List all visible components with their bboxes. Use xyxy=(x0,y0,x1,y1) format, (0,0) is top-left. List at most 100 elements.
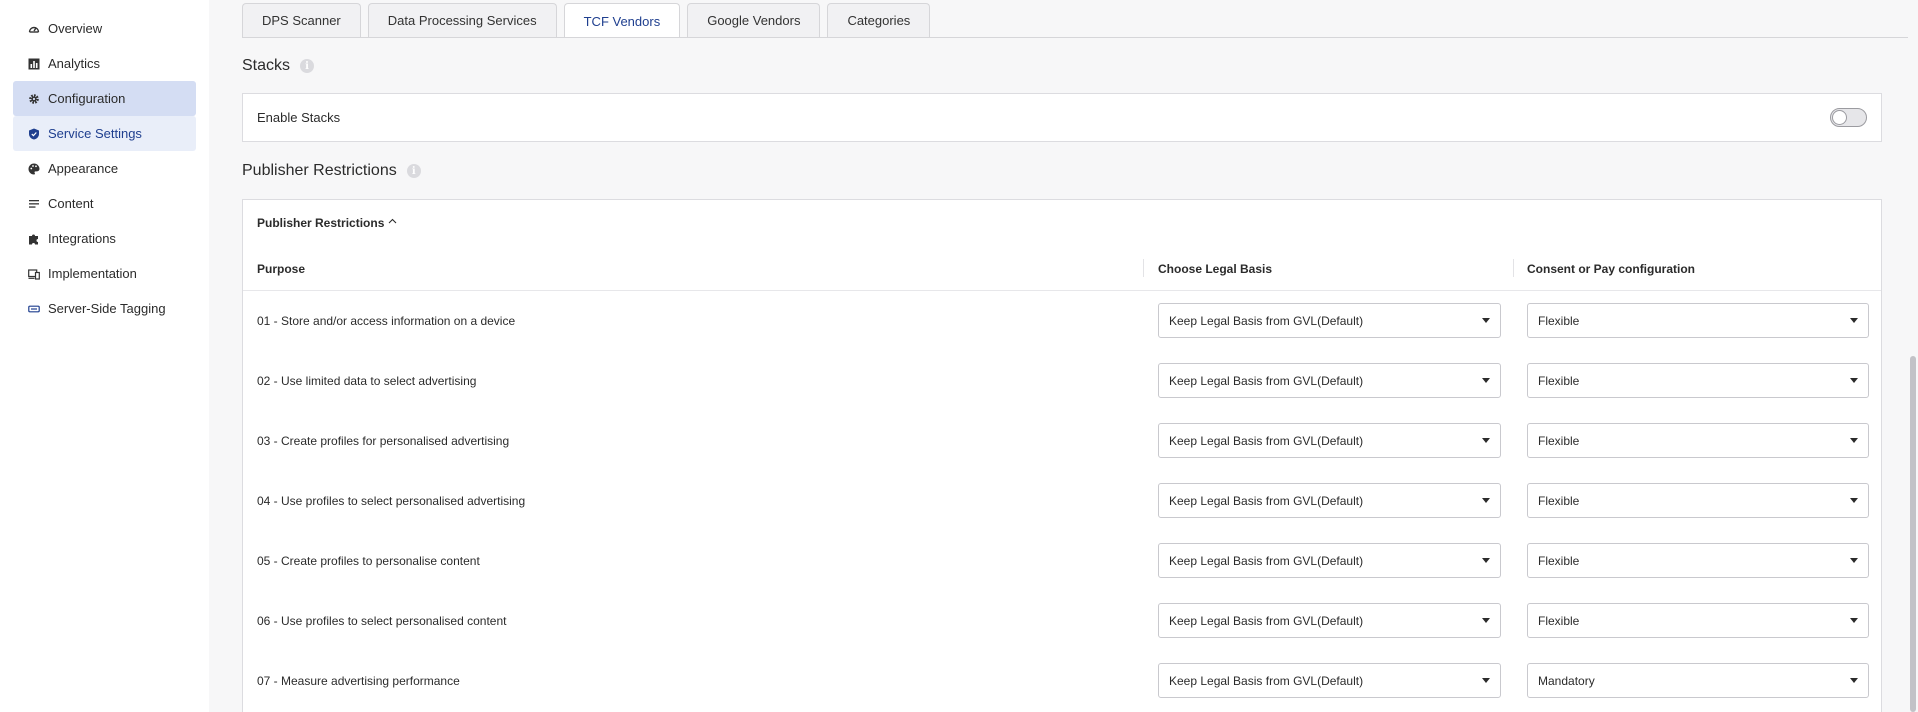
tab-data-processing-services[interactable]: Data Processing Services xyxy=(367,3,557,37)
consent-or-pay-select[interactable]: Flexible xyxy=(1527,483,1869,518)
info-icon[interactable]: i xyxy=(406,164,421,178)
caret-down-icon xyxy=(1850,498,1858,503)
legal-basis-select[interactable]: Keep Legal Basis from GVL(Default) xyxy=(1158,603,1501,638)
publisher-restrictions-card: Publisher Restrictions Purpose Choose Le… xyxy=(242,199,1882,712)
sidebar-item-label: Implementation xyxy=(48,266,137,281)
bar-chart-icon xyxy=(27,57,40,70)
sidebar-item-label: Service Settings xyxy=(48,126,142,141)
caret-down-icon xyxy=(1482,438,1490,443)
scrollbar-thumb[interactable] xyxy=(1910,356,1916,712)
sidebar-item-label: Analytics xyxy=(48,56,101,71)
purpose-label: 03 - Create profiles for personalised ad… xyxy=(257,434,510,448)
sidebar-item-overview[interactable]: Overview xyxy=(13,11,196,46)
column-divider xyxy=(1143,259,1144,277)
devices-icon xyxy=(27,267,40,280)
chevron-up-icon xyxy=(388,217,397,229)
caret-down-icon xyxy=(1482,558,1490,563)
legal-basis-select[interactable]: Keep Legal Basis from GVL(Default) xyxy=(1158,483,1501,518)
stacks-card: Enable Stacks xyxy=(242,93,1882,142)
gear-icon xyxy=(27,92,40,105)
caret-down-icon xyxy=(1482,318,1490,323)
legal-basis-select[interactable]: Keep Legal Basis from GVL(Default) xyxy=(1158,303,1501,338)
column-header-purpose: Purpose xyxy=(257,262,306,276)
legal-basis-select[interactable]: Keep Legal Basis from GVL(Default) xyxy=(1158,363,1501,398)
sidebar-item-label: Configuration xyxy=(48,91,126,106)
tabs-divider xyxy=(242,37,1918,38)
purpose-label: 07 - Measure advertising performance xyxy=(257,674,460,688)
caret-down-icon xyxy=(1850,378,1858,383)
sidebar-item-service-settings[interactable]: Service Settings xyxy=(13,116,196,151)
tag-box-icon xyxy=(27,302,40,315)
select-value: Keep Legal Basis from GVL(Default) xyxy=(1169,313,1364,328)
tab-bar: DPS Scanner Data Processing Services TCF… xyxy=(242,3,937,38)
stacks-title: Stacks xyxy=(242,57,291,74)
legal-basis-select[interactable]: Keep Legal Basis from GVL(Default) xyxy=(1158,423,1501,458)
enable-stacks-label: Enable Stacks xyxy=(257,110,341,125)
sidebar: Overview Analytics Configuration Service… xyxy=(0,0,209,712)
select-value: Flexible xyxy=(1538,373,1580,388)
tab-categories[interactable]: Categories xyxy=(827,3,931,37)
caret-down-icon xyxy=(1482,618,1490,623)
palette-icon xyxy=(27,162,40,175)
select-value: Mandatory xyxy=(1538,673,1595,688)
table-row: 05 - Create profiles to personalise cont… xyxy=(243,531,1881,591)
purpose-label: 06 - Use profiles to select personalised… xyxy=(257,614,507,628)
table-row: 03 - Create profiles for personalised ad… xyxy=(243,411,1881,471)
sidebar-item-implementation[interactable]: Implementation xyxy=(13,256,196,291)
caret-down-icon xyxy=(1850,558,1858,563)
publisher-restrictions-section-title: Publisher Restrictions i xyxy=(242,162,421,180)
purpose-label: 01 - Store and/or access information on … xyxy=(257,314,516,328)
caret-down-icon xyxy=(1850,678,1858,683)
enable-stacks-toggle[interactable] xyxy=(1830,108,1867,127)
sidebar-item-label: Content xyxy=(48,196,94,211)
sidebar-item-server-side-tagging[interactable]: Server-Side Tagging xyxy=(13,291,196,326)
consent-or-pay-select[interactable]: Flexible xyxy=(1527,303,1869,338)
table-row: 07 - Measure advertising performance Kee… xyxy=(243,651,1881,711)
stacks-section-title: Stacks i xyxy=(242,57,315,75)
list-icon xyxy=(27,197,40,210)
caret-down-icon xyxy=(1482,378,1490,383)
caret-down-icon xyxy=(1482,498,1490,503)
toggle-knob xyxy=(1832,110,1847,125)
table-row: 06 - Use profiles to select personalised… xyxy=(243,591,1881,651)
select-value: Keep Legal Basis from GVL(Default) xyxy=(1169,433,1364,448)
scrollbar[interactable] xyxy=(1908,0,1918,712)
sidebar-item-label: Server-Side Tagging xyxy=(48,301,166,316)
select-value: Keep Legal Basis from GVL(Default) xyxy=(1169,613,1364,628)
sidebar-item-content[interactable]: Content xyxy=(13,186,196,221)
consent-or-pay-select[interactable]: Flexible xyxy=(1527,543,1869,578)
publisher-restrictions-collapse-toggle[interactable]: Publisher Restrictions xyxy=(257,216,397,230)
caret-down-icon xyxy=(1482,678,1490,683)
info-icon[interactable]: i xyxy=(300,59,315,73)
column-header-legal-basis: Choose Legal Basis xyxy=(1158,262,1273,276)
sidebar-item-label: Integrations xyxy=(48,231,116,246)
sidebar-item-analytics[interactable]: Analytics xyxy=(13,46,196,81)
select-value: Keep Legal Basis from GVL(Default) xyxy=(1169,553,1364,568)
shield-icon xyxy=(27,127,40,140)
sidebar-item-integrations[interactable]: Integrations xyxy=(13,221,196,256)
dashboard-icon xyxy=(27,22,40,35)
purpose-label: 04 - Use profiles to select personalised… xyxy=(257,494,526,508)
select-value: Flexible xyxy=(1538,433,1580,448)
select-value: Keep Legal Basis from GVL(Default) xyxy=(1169,373,1364,388)
sidebar-item-appearance[interactable]: Appearance xyxy=(13,151,196,186)
tab-dps-scanner[interactable]: DPS Scanner xyxy=(242,3,361,37)
consent-or-pay-select[interactable]: Flexible xyxy=(1527,363,1869,398)
tab-tcf-vendors[interactable]: TCF Vendors xyxy=(563,3,681,38)
tab-google-vendors[interactable]: Google Vendors xyxy=(687,3,821,37)
legal-basis-select[interactable]: Keep Legal Basis from GVL(Default) xyxy=(1158,543,1501,578)
select-value: Flexible xyxy=(1538,313,1580,328)
consent-or-pay-select[interactable]: Mandatory xyxy=(1527,663,1869,698)
purpose-label: 05 - Create profiles to personalise cont… xyxy=(257,554,480,568)
consent-or-pay-select[interactable]: Flexible xyxy=(1527,423,1869,458)
legal-basis-select[interactable]: Keep Legal Basis from GVL(Default) xyxy=(1158,663,1501,698)
table-row: 04 - Use profiles to select personalised… xyxy=(243,471,1881,531)
select-value: Keep Legal Basis from GVL(Default) xyxy=(1169,673,1364,688)
purpose-label: 02 - Use limited data to select advertis… xyxy=(257,374,477,388)
column-header-consent-or-pay: Consent or Pay configuration xyxy=(1527,262,1696,276)
main-content: DPS Scanner Data Processing Services TCF… xyxy=(209,0,1918,712)
consent-or-pay-select[interactable]: Flexible xyxy=(1527,603,1869,638)
table-row: 02 - Use limited data to select advertis… xyxy=(243,351,1881,411)
sidebar-item-configuration[interactable]: Configuration xyxy=(13,81,196,116)
sidebar-item-label: Appearance xyxy=(48,161,119,176)
